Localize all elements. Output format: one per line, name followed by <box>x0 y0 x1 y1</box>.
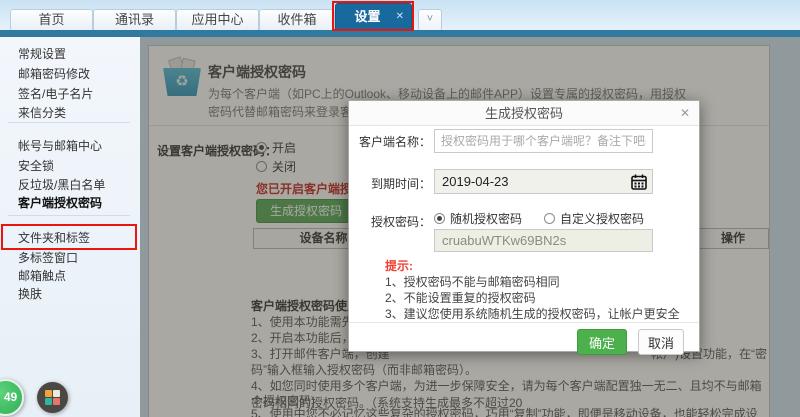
chevron-down-icon: ˅ <box>427 13 433 25</box>
sidebar-item-general[interactable]: 常规设置 <box>18 45 66 62</box>
tab-bar: 首页 通讯录 应用中心 收件箱 设置 ✕ ˅ <box>0 0 800 30</box>
auth-password-label: 授权密码： <box>359 213 431 230</box>
tip-line-2: 2、不能设置重复的授权密码 <box>385 289 536 306</box>
sidebar-item-client-auth-password[interactable]: 客户端授权密码 <box>18 194 102 211</box>
client-name-label: 客户端名称： <box>359 133 431 150</box>
radio-custom-icon[interactable] <box>544 213 555 224</box>
calendar-icon[interactable] <box>631 174 647 190</box>
sidebar-item-skin[interactable]: 换肤 <box>18 285 42 302</box>
tab-settings[interactable]: 设置 ✕ <box>335 3 412 30</box>
radio-random-password[interactable]: 随机授权密码 <box>434 210 522 227</box>
sidebar-divider <box>8 122 130 123</box>
dialog-titlebar: 生成授权密码 ✕ <box>349 101 699 126</box>
dialog-close-icon[interactable]: ✕ <box>680 101 690 126</box>
tab-settings-label: 设置 <box>354 9 380 24</box>
dialog-title: 生成授权密码 <box>485 106 563 121</box>
sidebar-item-account-center[interactable]: 帐号与邮箱中心 <box>18 137 102 154</box>
expire-date-field[interactable]: 2019-04-23 <box>434 169 653 194</box>
tab-close-icon[interactable]: ✕ <box>396 4 404 30</box>
tip-line-3: 3、建议您使用系统随机生成的授权密码，让帐户更安全 <box>385 305 680 322</box>
expire-date-value: 2019-04-23 <box>442 174 509 189</box>
sidebar-divider <box>8 215 130 216</box>
confirm-button[interactable]: 确定 <box>577 329 627 355</box>
sidebar-item-signature[interactable]: 签名/电子名片 <box>18 85 93 102</box>
tip-line-1: 1、授权密码不能与邮箱密码相同 <box>385 273 560 290</box>
settings-sidebar: 常规设置 邮箱密码修改 签名/电子名片 来信分类 帐号与邮箱中心 安全锁 反垃圾… <box>0 37 140 417</box>
generate-password-dialog: 生成授权密码 ✕ 客户端名称： 到期时间： 2019-04-23 授权密码： 随… <box>348 100 700 352</box>
tips-title: 提示: <box>385 257 413 274</box>
tab-home[interactable]: 首页 <box>10 9 93 30</box>
dialog-footer-divider <box>349 322 699 323</box>
expire-date-label: 到期时间： <box>359 175 431 192</box>
radio-custom-label: 自定义授权密码 <box>560 210 644 227</box>
radio-custom-password[interactable]: 自定义授权密码 <box>544 210 644 227</box>
sidebar-item-mail-filter[interactable]: 来信分类 <box>18 104 66 121</box>
sidebar-item-antispam[interactable]: 反垃圾/黑白名单 <box>18 176 105 193</box>
radio-random-icon[interactable] <box>434 213 445 224</box>
app-launcher-icon[interactable] <box>37 382 68 413</box>
sidebar-item-mail-touchpoint[interactable]: 邮箱触点 <box>18 267 66 284</box>
tab-appcenter[interactable]: 应用中心 <box>176 9 259 30</box>
sidebar-item-security-lock[interactable]: 安全锁 <box>18 157 54 174</box>
settings-content-area: ♻ 客户端授权密码 为每个客户端（如PC上的Outlook、移动设备上的邮件AP… <box>140 37 800 417</box>
cancel-button[interactable]: 取消 <box>638 329 684 355</box>
sidebar-item-folders-tags[interactable]: 文件夹和标签 <box>18 229 90 246</box>
generated-password-field[interactable]: cruabuWTKw69BN2s <box>434 229 653 252</box>
sidebar-item-password[interactable]: 邮箱密码修改 <box>18 65 90 82</box>
radio-random-label: 随机授权密码 <box>450 210 522 227</box>
tab-inbox[interactable]: 收件箱 <box>259 9 335 30</box>
sidebar-item-multitab[interactable]: 多标签窗口 <box>18 249 78 266</box>
tab-list-dropdown[interactable]: ˅ <box>418 9 442 30</box>
client-name-input[interactable] <box>434 129 653 153</box>
tab-contacts[interactable]: 通讯录 <box>93 9 176 30</box>
header-accent-bar <box>0 30 800 37</box>
